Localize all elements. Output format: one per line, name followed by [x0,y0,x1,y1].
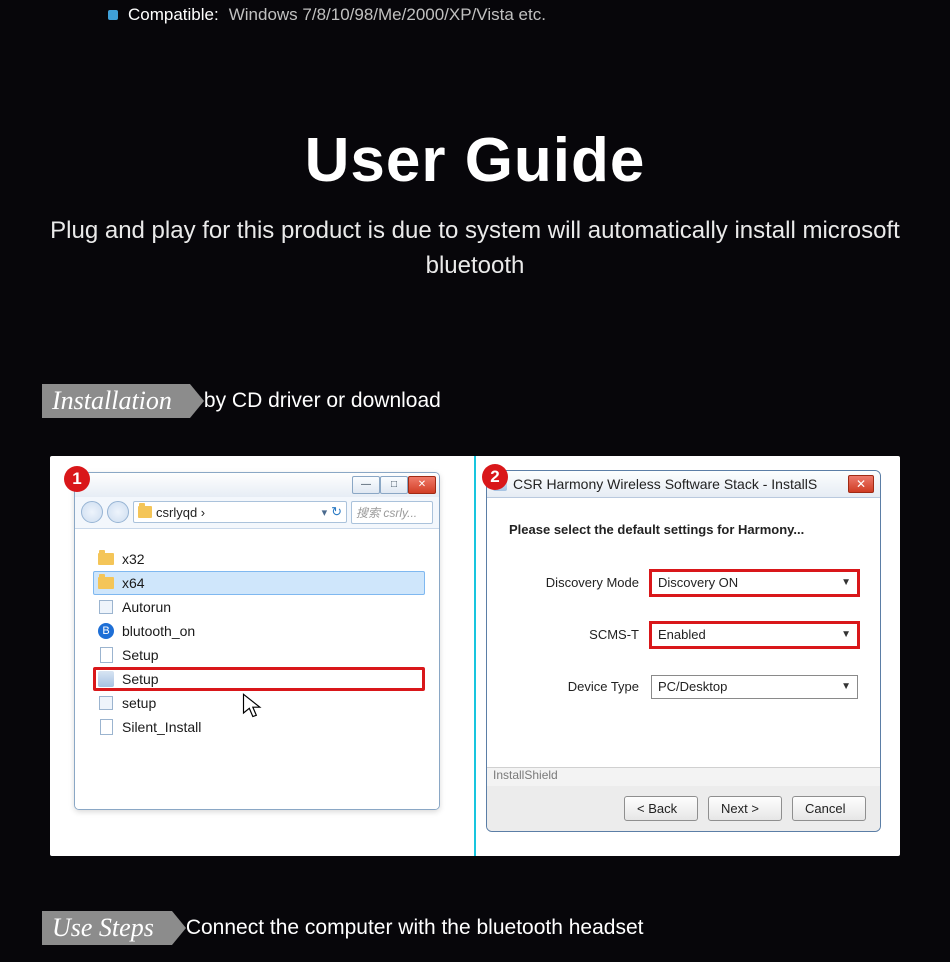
scms-label: SCMS-T [519,627,639,642]
installer-title: CSR Harmony Wireless Software Stack - In… [513,476,817,492]
maximize-button[interactable]: □ [380,476,408,494]
file-icon [100,719,113,735]
page-title: User Guide [0,125,950,196]
installer-heading: Please select the default settings for H… [509,522,858,537]
list-item-highlighted[interactable]: Setup [93,667,425,691]
close-button[interactable]: ✕ [848,475,874,493]
installation-header: Installation by CD driver or download [42,384,950,418]
nav-back-icon[interactable] [81,501,103,523]
discovery-label: Discovery Mode [519,575,639,590]
compatible-line: Compatible: Windows 7/8/10/98/Me/2000/XP… [0,0,950,25]
panel-step1: 1 — □ ✕ csrlyqd › ▾ ↻ 搜索 csrly... x32 [50,456,476,856]
refresh-icon[interactable]: ↻ [331,504,342,520]
setup-icon [98,671,114,687]
page-subtitle: Plug and play for this product is due to… [0,214,950,284]
panels: 1 — □ ✕ csrlyqd › ▾ ↻ 搜索 csrly... x32 [50,456,900,856]
address-bar: csrlyqd › ▾ ↻ 搜索 csrly... [75,497,439,529]
folder-icon [138,506,152,518]
list-item[interactable]: x32 [93,547,425,571]
scms-row: SCMS-T Enabled ▼ [519,623,858,647]
installer-window: CSR Harmony Wireless Software Stack - In… [486,470,881,832]
installer-buttons: < Back Next > Cancel [487,786,880,831]
file-icon [100,647,113,663]
breadcrumb-text: csrlyqd › [156,505,205,520]
hero: User Guide Plug and play for this produc… [0,125,950,284]
device-row: Device Type PC/Desktop ▼ [519,675,858,699]
device-dropdown[interactable]: PC/Desktop ▼ [651,675,858,699]
config-icon [99,600,113,614]
compatible-text: Windows 7/8/10/98/Me/2000/XP/Vista etc. [229,5,546,25]
discovery-row: Discovery Mode Discovery ON ▼ [519,571,858,595]
list-item[interactable]: x64 [93,571,425,595]
installation-text: by CD driver or download [204,389,441,413]
installshield-label: InstallShield [487,768,880,786]
list-item[interactable]: Bblutooth_on [93,619,425,643]
nav-forward-icon[interactable] [107,501,129,523]
chevron-down-icon: ▼ [841,681,851,692]
scms-dropdown[interactable]: Enabled ▼ [651,623,858,647]
minimize-button[interactable]: — [352,476,380,494]
bullet-icon [108,10,118,20]
explorer-window: — □ ✕ csrlyqd › ▾ ↻ 搜索 csrly... x32 x64 … [74,472,440,810]
config-icon [99,696,113,710]
breadcrumb[interactable]: csrlyqd › ▾ ↻ [133,501,347,523]
chevron-down-icon: ▼ [841,577,851,588]
file-list: x32 x64 Autorun Bblutooth_on Setup Setup… [75,529,439,809]
chevron-down-icon: ▼ [841,629,851,640]
cursor-icon [240,692,268,720]
chevron-down-icon[interactable]: ▾ [322,506,328,519]
installer-body: Please select the default settings for H… [487,498,880,768]
installer-titlebar: CSR Harmony Wireless Software Stack - In… [487,471,880,498]
use-steps-header: Use Steps Connect the computer with the … [42,911,950,945]
list-item[interactable]: Autorun [93,595,425,619]
folder-icon [98,553,114,565]
compatible-label: Compatible: [128,5,219,25]
bluetooth-icon: B [98,623,114,639]
titlebar: — □ ✕ [75,473,439,497]
folder-icon [98,577,114,589]
list-item[interactable]: Setup [93,643,425,667]
step1-badge: 1 [64,466,90,492]
next-button[interactable]: Next > [708,796,782,821]
step2-badge: 2 [482,464,508,490]
discovery-dropdown[interactable]: Discovery ON ▼ [651,571,858,595]
cancel-button[interactable]: Cancel [792,796,866,821]
back-button[interactable]: < Back [624,796,698,821]
use-steps-chip: Use Steps [42,911,172,945]
device-label: Device Type [519,679,639,694]
installation-chip: Installation [42,384,190,418]
use-steps-text: Connect the computer with the bluetooth … [186,916,644,940]
close-button[interactable]: ✕ [408,476,436,494]
search-input[interactable]: 搜索 csrly... [351,501,433,524]
panel-step2: 2 CSR Harmony Wireless Software Stack - … [476,456,900,856]
